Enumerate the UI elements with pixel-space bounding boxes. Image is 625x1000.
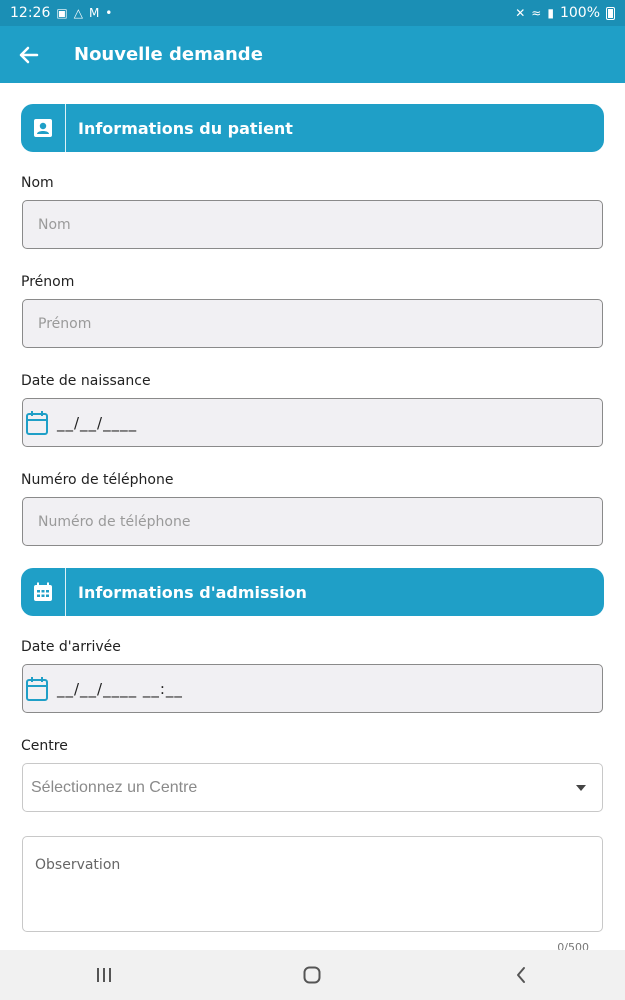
calendar-icon[interactable]	[25, 410, 49, 436]
chevron-left-icon	[516, 967, 525, 983]
status-bar: 12:26 ▣ △ M • ✕ ≈ ▮ 100%	[0, 0, 625, 26]
telephone-label: Numéro de téléphone	[21, 472, 174, 488]
back-button[interactable]	[0, 26, 58, 83]
page-title: Nouvelle demande	[74, 44, 263, 65]
nom-placeholder: Nom	[38, 216, 71, 233]
gmail-icon: M	[88, 6, 100, 20]
status-right: ✕ ≈ ▮ 100%	[515, 5, 615, 21]
observation-textarea[interactable]: Observation	[22, 836, 603, 932]
arrivee-mask: __/__/____ __:__	[57, 679, 183, 698]
naissance-field[interactable]: __/__/____	[22, 398, 603, 447]
telephone-field[interactable]: Numéro de téléphone	[22, 497, 603, 546]
naissance-mask: __/__/____	[57, 413, 138, 432]
arrivee-label: Date d'arrivée	[21, 639, 121, 655]
observation-placeholder: Observation	[35, 857, 121, 873]
section-header-admission: Informations d'admission	[21, 568, 604, 616]
gallery-icon: ▣	[56, 6, 68, 20]
wifi-icon: ≈	[531, 6, 542, 20]
system-nav-bar	[0, 950, 625, 1000]
drive-icon: △	[73, 6, 83, 20]
calendar-grid-icon	[21, 568, 66, 616]
nom-field[interactable]: Nom	[22, 200, 603, 249]
telephone-placeholder: Numéro de téléphone	[38, 513, 191, 530]
contact-icon	[21, 104, 66, 152]
section-title-patient: Informations du patient	[78, 118, 293, 138]
app-bar: Nouvelle demande	[0, 26, 625, 83]
centre-placeholder: Sélectionnez un Centre	[31, 778, 198, 796]
nom-label: Nom	[21, 175, 54, 191]
recent-apps-button[interactable]	[74, 950, 134, 1000]
arrow-left-icon	[19, 46, 39, 63]
naissance-label: Date de naissance	[21, 373, 151, 389]
battery-percent: 100%	[559, 5, 600, 21]
character-counter: 0/500	[557, 941, 589, 950]
centre-select[interactable]: Sélectionnez un Centre	[22, 763, 603, 812]
section-header-patient: Informations du patient	[21, 104, 604, 152]
home-icon	[303, 966, 321, 984]
prenom-placeholder: Prénom	[38, 315, 92, 332]
prenom-label: Prénom	[21, 274, 75, 290]
back-nav-button[interactable]	[491, 950, 551, 1000]
mute-icon: ✕	[515, 6, 526, 20]
recent-apps-icon	[97, 968, 112, 982]
section-title-admission: Informations d'admission	[78, 582, 307, 602]
prenom-field[interactable]: Prénom	[22, 299, 603, 348]
dot-icon: •	[105, 6, 113, 20]
battery-icon	[606, 6, 615, 20]
status-time: 12:26	[10, 5, 51, 21]
signal-icon: ▮	[547, 6, 554, 20]
arrivee-field[interactable]: __/__/____ __:__	[22, 664, 603, 713]
dropdown-arrow-icon	[576, 784, 586, 791]
form-content[interactable]: Informations du patient Nom Nom Prénom P…	[0, 83, 625, 950]
centre-label: Centre	[21, 738, 68, 754]
calendar-icon[interactable]	[25, 676, 49, 702]
status-left: 12:26 ▣ △ M •	[10, 5, 112, 21]
home-button[interactable]	[282, 950, 342, 1000]
